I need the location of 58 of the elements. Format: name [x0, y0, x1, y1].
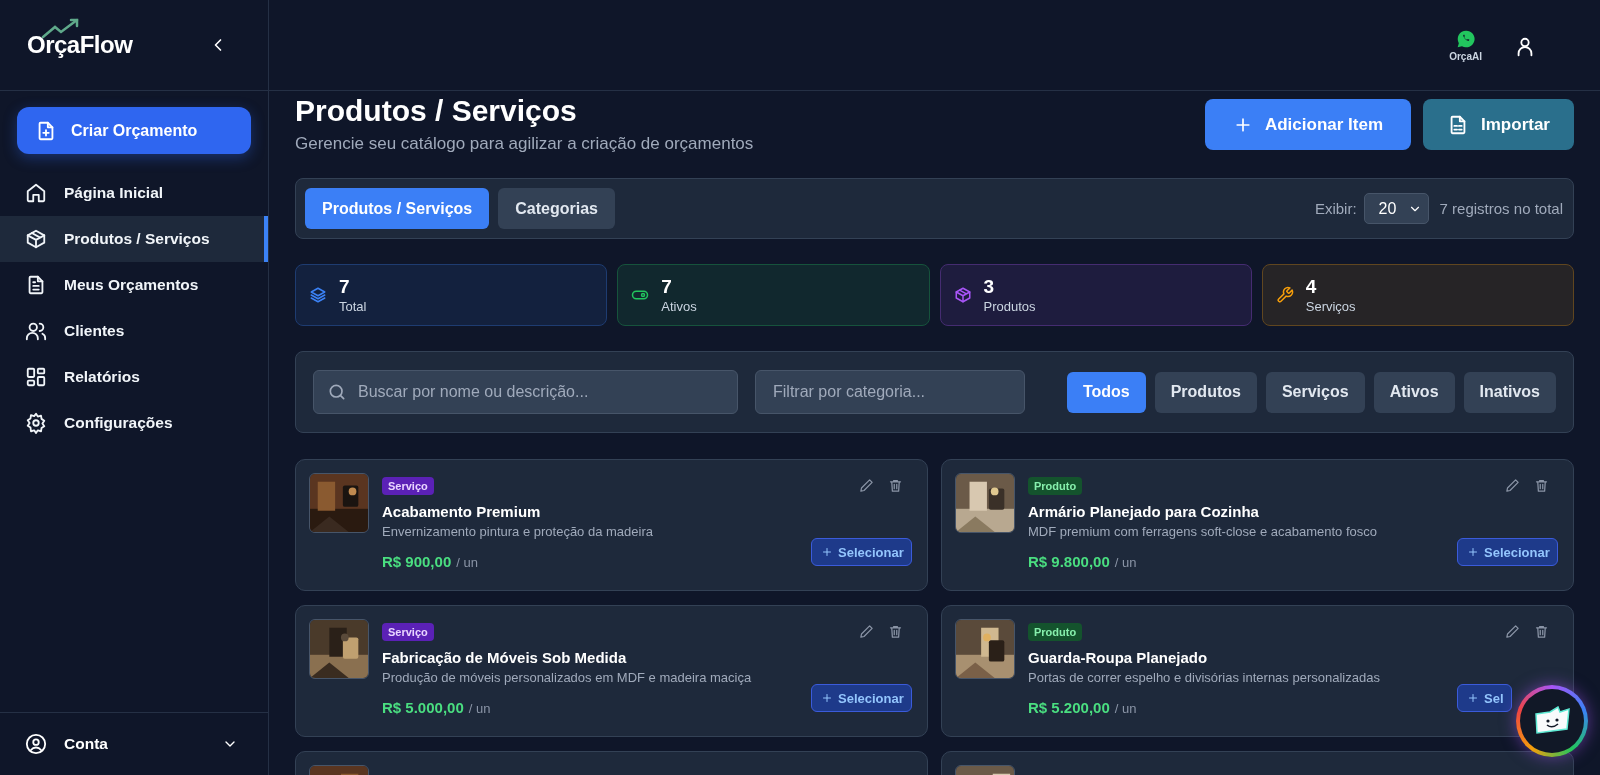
stat-value: 7 — [339, 276, 351, 297]
sidebar-item[interactable]: Meus Orçamentos — [0, 262, 268, 308]
stat-value: 4 — [1305, 276, 1318, 297]
stat-label: Produtos — [983, 298, 1036, 314]
sidebar-item[interactable]: Clientes — [0, 308, 268, 354]
price-unit: / un — [468, 701, 491, 716]
item-description: MDF premium com ferragens soft-close e acabamento fosco — [1028, 524, 1378, 539]
item-price: R$ 9.800,00 — [1028, 553, 1110, 570]
page-size-select[interactable]: 20 — [1363, 193, 1429, 224]
price-unit: / un — [456, 555, 478, 570]
type-badge: Produto — [1028, 477, 1083, 495]
assistant-button[interactable]: OrçaAI — [1449, 28, 1482, 62]
search-field[interactable]: Buscar por nome ou descrição... — [313, 370, 738, 414]
type-badge: Serviço — [382, 623, 434, 641]
price-unit: / un — [1114, 555, 1137, 570]
select-button[interactable]: Sel — [1457, 684, 1512, 712]
item-price: R$ 5.000,00 — [382, 699, 464, 716]
stat-label: Ativos — [661, 298, 697, 314]
record-count: 7 registros no total — [1439, 200, 1563, 217]
filter-chip[interactable]: Produtos — [1154, 371, 1257, 413]
type-badge: Serviço — [382, 477, 434, 495]
account-menu[interactable]: Conta — [0, 712, 268, 775]
select-button[interactable]: Selecionar — [1457, 538, 1558, 566]
price-unit: / un — [1114, 701, 1137, 716]
item-name: Fabricação de Móveis Sob Medida — [382, 649, 628, 666]
category-filter-field[interactable]: Filtrar por categoria... — [755, 370, 1025, 414]
item-name: Guarda-Roupa Planejado — [1028, 649, 1209, 666]
item-description: Portas de correr espelho e divisórias internas personalizadas — [1028, 670, 1381, 685]
stat-label: Total — [339, 298, 367, 314]
tab[interactable]: Categorias — [498, 188, 615, 229]
page-subtitle: Gerencie seu catálogo para agilizar a criação de orçamentos — [295, 134, 754, 154]
sidebar-item[interactable]: Relatórios — [0, 354, 268, 400]
stat-label: Serviços — [1305, 298, 1356, 314]
sidebar-item[interactable]: Configurações — [0, 400, 268, 446]
item-description: Produção de móveis personalizados em MDF e madeira maciça — [382, 670, 753, 685]
tab[interactable]: Produtos / Serviços — [305, 188, 490, 229]
item-description: Envernizamento pintura e proteção da madeira — [382, 524, 654, 539]
page-title: Produtos / Serviços — [295, 93, 578, 129]
filter-chip[interactable]: Inativos — [1463, 371, 1556, 413]
select-button[interactable]: Selecionar — [811, 684, 912, 712]
stat-value: 7 — [661, 276, 673, 297]
item-price: R$ 900,00 — [382, 553, 452, 570]
import-button[interactable]: Importar — [1423, 99, 1574, 150]
type-badge: Produto — [1028, 623, 1083, 641]
create-quote-button[interactable]: Criar Orçamento — [17, 107, 251, 154]
filter-chip[interactable]: Serviços — [1265, 371, 1365, 413]
select-button[interactable]: Selecionar — [811, 538, 912, 566]
item-name: Armário Planejado para Cozinha — [1028, 503, 1260, 520]
item-price: R$ 5.200,00 — [1028, 699, 1110, 716]
add-item-button[interactable]: Adicionar Item — [1204, 99, 1412, 150]
sidebar-item[interactable]: Produtos / Serviços — [0, 216, 268, 262]
brand-logo[interactable]: OrçaFlow — [27, 31, 133, 59]
item-name: Acabamento Premium — [382, 503, 542, 520]
filter-chip[interactable]: Todos — [1066, 371, 1146, 413]
page-size-label: Exibir: — [1314, 200, 1357, 217]
sidebar-item[interactable]: Página Inicial — [0, 170, 268, 216]
filter-chip[interactable]: Ativos — [1373, 371, 1455, 413]
stat-value: 3 — [983, 276, 996, 297]
